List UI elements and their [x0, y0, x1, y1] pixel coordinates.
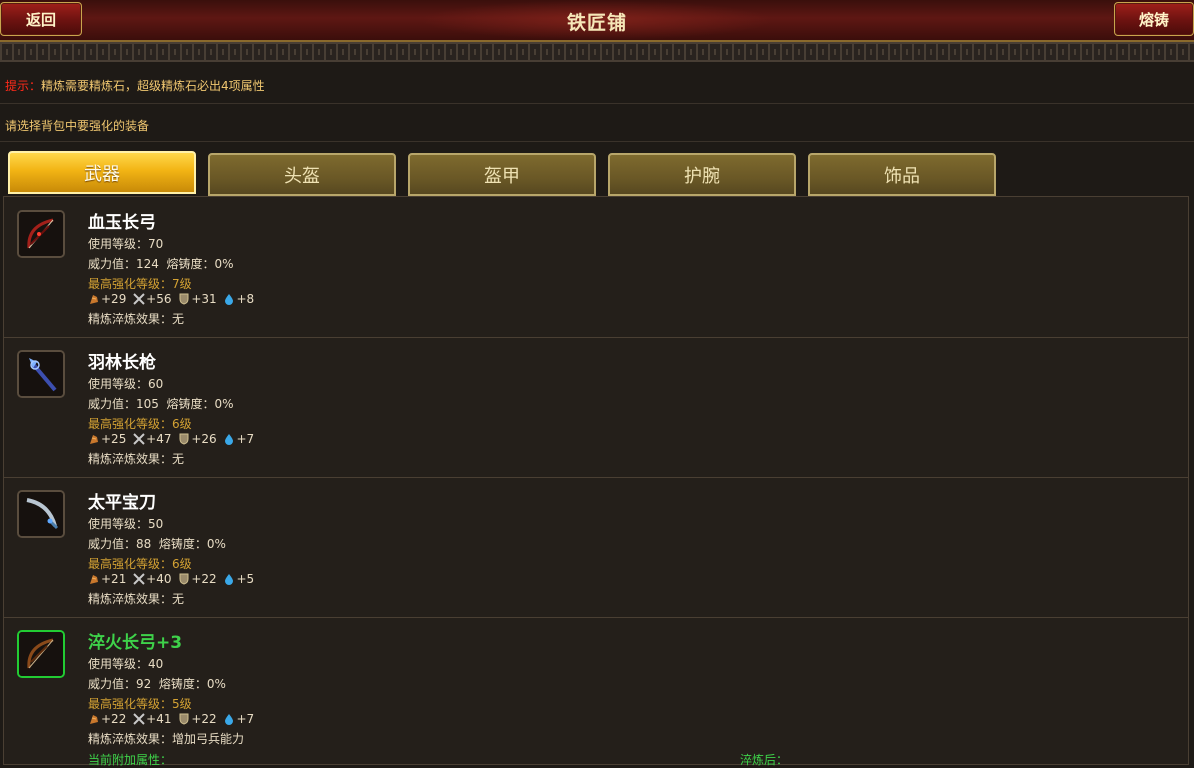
item-durability: 熔铸度：0% [158, 677, 226, 691]
tab-weapon[interactable]: 武器 [8, 151, 196, 194]
decorative-border [0, 42, 1194, 62]
item-stats: +29 +56 +31 +8 [88, 292, 257, 306]
item-name: 羽林长枪 [88, 353, 156, 373]
attack-icon [133, 293, 145, 305]
stat-mana: +8 [236, 292, 255, 306]
item-max-enhance: 最高强化等级：6级 [88, 417, 192, 431]
defense-icon [179, 433, 189, 445]
item-max-enhance: 最高强化等级：5级 [88, 697, 192, 711]
stat-attack: +41 [146, 712, 172, 726]
stat-strength: +29 [101, 292, 127, 306]
mana-icon [225, 714, 234, 725]
tip-label: 提示： [5, 79, 42, 93]
attack-icon [133, 433, 145, 445]
stat-defense: +26 [191, 432, 217, 446]
forge-button[interactable]: 熔铸 [1114, 2, 1194, 36]
item-durability: 熔铸度：0% [166, 257, 234, 271]
stat-defense: +22 [191, 572, 217, 586]
item-power-line: 威力值：92 熔铸度：0% [88, 675, 226, 692]
attack-icon [133, 573, 145, 585]
equipment-item[interactable]: 血玉长弓 使用等级：70 威力值：124 熔铸度：0% 最高强化等级：7级 +2… [4, 197, 1188, 338]
mana-icon [225, 434, 234, 445]
item-refine-effect: 精炼淬炼效果：无 [88, 452, 185, 466]
item-max-enhance: 最高强化等级：6级 [88, 557, 192, 571]
strength-icon [90, 715, 98, 724]
tab-accessory[interactable]: 饰品 [808, 153, 996, 196]
stat-mana: +5 [236, 572, 255, 586]
stat-strength: +21 [101, 572, 127, 586]
sword-icon [17, 490, 65, 538]
bow-icon [17, 630, 65, 678]
item-refine-effect: 精炼淬炼效果：无 [88, 312, 185, 326]
item-power-line: 威力值：88 熔铸度：0% [88, 535, 226, 552]
item-durability: 熔铸度：0% [166, 397, 234, 411]
item-name: 淬火长弓+3 [88, 633, 183, 653]
tab-helmet[interactable]: 头盔 [208, 153, 396, 196]
strength-icon [90, 295, 98, 304]
item-power: 威力值：105 [88, 397, 159, 411]
item-refine-effect: 精炼淬炼效果：增加弓兵能力 [88, 732, 245, 746]
strength-icon [90, 435, 98, 444]
item-stats: +25 +47 +26 +7 [88, 432, 257, 446]
equipment-item[interactable]: 羽林长枪 使用等级：60 威力值：105 熔铸度：0% 最高强化等级：6级 +2… [4, 337, 1188, 478]
tab-armor[interactable]: 盔甲 [408, 153, 596, 196]
tip-bar: 提示：精炼需要精炼石，超级精炼石必出4项属性 [0, 66, 1194, 104]
item-power: 威力值：124 [88, 257, 159, 271]
tab-bracer[interactable]: 护腕 [608, 153, 796, 196]
equipment-item[interactable]: 太平宝刀 使用等级：50 威力值：88 熔铸度：0% 最高强化等级：6级 +21… [4, 477, 1188, 618]
item-name: 太平宝刀 [88, 493, 156, 513]
item-level: 使用等级：60 [88, 377, 164, 391]
item-power: 威力值：92 [88, 677, 152, 691]
item-durability: 熔铸度：0% [158, 537, 226, 551]
tip-text: 提示：精炼需要精炼石，超级精炼石必出4项属性 [5, 77, 265, 94]
mana-icon [225, 574, 234, 585]
item-max-enhance: 最高强化等级：7级 [88, 277, 192, 291]
equipment-list: 血玉长弓 使用等级：70 威力值：124 熔铸度：0% 最高强化等级：7级 +2… [3, 196, 1189, 767]
top-header-bar: 返回 铁匠铺 熔铸 [0, 0, 1194, 42]
item-power-line: 威力值：105 熔铸度：0% [88, 395, 234, 412]
equipment-item[interactable]: 淬火长弓+3 使用等级：40 威力值：92 熔铸度：0% 最高强化等级：5级 +… [4, 617, 1188, 767]
tip-message: 精炼需要精炼石，超级精炼石必出4项属性 [41, 79, 265, 93]
stat-strength: +22 [101, 712, 127, 726]
stat-attack: +56 [146, 292, 172, 306]
defense-icon [179, 293, 189, 305]
after-refine-label: 淬炼后： [740, 753, 789, 767]
current-attr-label: 当前附加属性： [88, 753, 173, 767]
spear-icon [17, 350, 65, 398]
item-level: 使用等级：50 [88, 517, 164, 531]
stat-defense: +31 [191, 292, 217, 306]
instruction-text: 请选择背包中要强化的装备 [5, 119, 150, 133]
page-title: 铁匠铺 [566, 12, 627, 34]
strength-icon [90, 575, 98, 584]
item-stats: +22 +41 +22 +7 [88, 712, 257, 726]
item-name: 血玉长弓 [88, 213, 156, 233]
stat-strength: +25 [101, 432, 127, 446]
stat-attack: +47 [146, 432, 172, 446]
bow-icon [17, 210, 65, 258]
stat-mana: +7 [236, 712, 255, 726]
item-power: 威力值：88 [88, 537, 152, 551]
item-stats: +21 +40 +22 +5 [88, 572, 257, 586]
stat-mana: +7 [236, 432, 255, 446]
divider [0, 141, 1194, 142]
item-level: 使用等级：70 [88, 237, 164, 251]
item-power-line: 威力值：124 熔铸度：0% [88, 255, 234, 272]
attack-icon [133, 713, 145, 725]
mana-icon [225, 294, 234, 305]
defense-icon [179, 573, 189, 585]
defense-icon [179, 713, 189, 725]
stat-attack: +40 [146, 572, 172, 586]
stat-defense: +22 [191, 712, 217, 726]
item-refine-effect: 精炼淬炼效果：无 [88, 592, 185, 606]
item-level: 使用等级：40 [88, 657, 164, 671]
